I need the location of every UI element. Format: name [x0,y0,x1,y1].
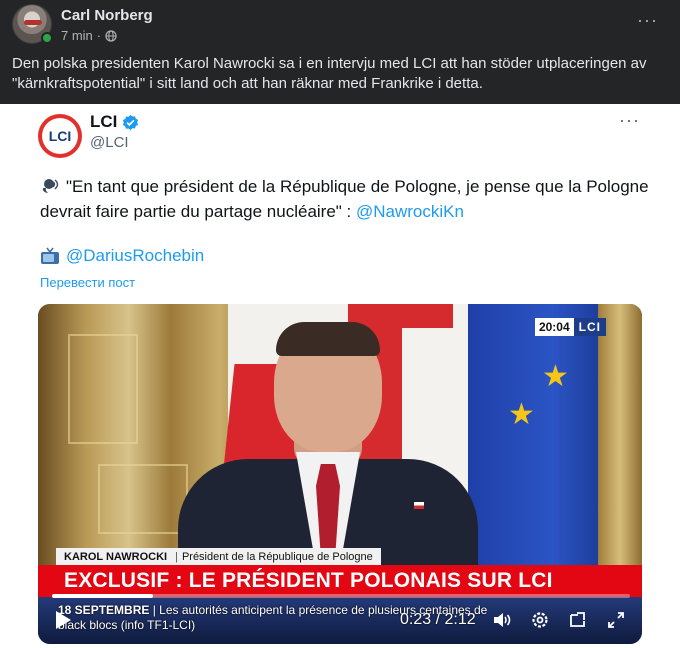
tweet-handle: @LCI [90,134,129,151]
speaker-hair [276,322,380,356]
mention-nawrocki: @NawrockiKn [356,202,464,221]
tv-icon [41,247,59,264]
wall-right [598,304,642,574]
video-time-readout: 0:23 / 2:12 [400,611,476,628]
speaker-title: Président de la République de Pologne [181,550,373,563]
settings-icon[interactable] [530,610,550,630]
broadcast-clock: 20:04 [534,318,574,336]
tweet-more-icon: ··· [619,110,640,130]
fullscreen-icon[interactable] [606,610,626,630]
tweet-quote: "En tant que président de la République … [40,174,650,224]
online-status-dot [41,32,53,44]
meta-separator: · [96,28,102,43]
eu-star: ★ [508,398,535,431]
wall-panel [98,464,188,534]
broadcast-badge: 20:04 LCI [534,318,606,336]
post-options-button[interactable]: ··· [637,10,658,31]
flag-eu: ★ ★ [468,304,608,574]
tweet-account-name: LCI [90,112,139,132]
globe-icon [105,29,117,42]
tweet-quote-text: "En tant que président de la République … [40,177,649,221]
post-meta: 7 min · [61,28,117,43]
lci-logo: LCI [38,114,82,158]
verified-icon [123,114,139,130]
speaker-name: KAROL NAWROCKI [64,550,168,563]
speaker [178,322,478,589]
tweet-name-text: LCI [90,112,118,131]
eu-star: ★ [542,360,569,393]
post-time[interactable]: 7 min [61,28,93,43]
channel-logo: LCI [573,318,606,336]
video-progress-fill [52,594,153,598]
lci-logo-text: LCI [42,118,78,154]
speech-bubble-icon [42,179,59,193]
lower-third-separator: | [175,550,178,563]
play-icon[interactable] [54,610,72,630]
video-player: ★ ★ 20:04 LCI KAROL NAWROCKI | Président… [38,304,642,644]
translate-post-link: Перевести пост [40,275,136,290]
headline-banner: EXCLUSIF : LE PRÉSIDENT POLONAIS SUR LCI [38,565,642,597]
tweet-credit: @DariusRochebin [40,246,204,266]
video-progress-bar[interactable] [52,594,630,598]
volume-icon[interactable] [492,610,512,630]
pip-icon[interactable] [568,610,588,630]
lower-third-name: KAROL NAWROCKI | Président de la Républi… [56,548,381,565]
flag-pin [414,502,424,509]
mention-rochebin: @DariusRochebin [66,246,205,265]
post-header: Carl Norberg 7 min · ··· [0,0,680,48]
embedded-tweet-image[interactable]: LCI LCI @LCI ··· "En tant que président … [0,104,680,648]
author-name[interactable]: Carl Norberg [61,7,153,24]
wall-panel [68,334,138,444]
headline-text: EXCLUSIF : LE PRÉSIDENT POLONAIS SUR LCI [64,569,553,592]
post-text: Den polska presidenten Karol Nawrocki sa… [12,55,647,92]
